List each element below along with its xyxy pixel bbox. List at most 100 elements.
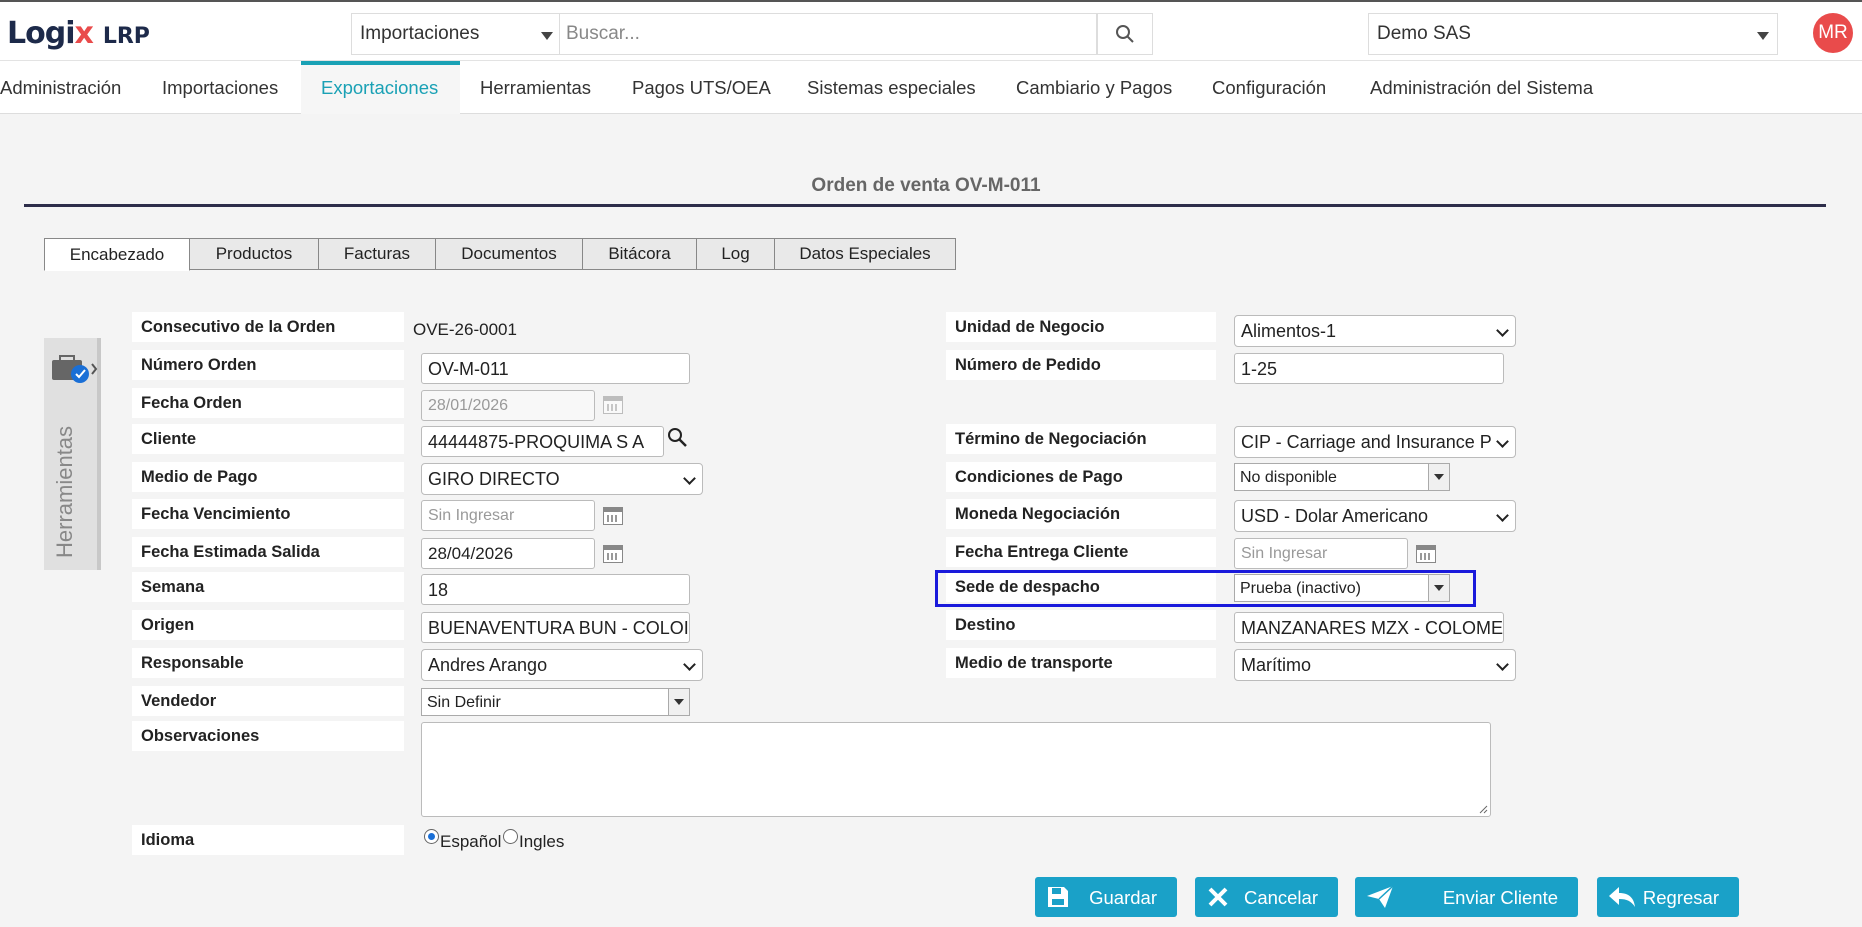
label-origen: Origen: [132, 610, 404, 640]
search-cliente-icon[interactable]: [667, 427, 689, 449]
fecha-vencimiento-input[interactable]: Sin Ingresar: [421, 500, 595, 531]
avatar[interactable]: MR: [1813, 13, 1853, 53]
save-button[interactable]: Guardar: [1035, 877, 1177, 917]
label-medio-pago: Medio de Pago: [132, 462, 404, 492]
moneda-select[interactable]: USD - Dolar Americano: [1234, 500, 1516, 532]
radio-espanol-label: Español: [440, 832, 502, 851]
radio-ingles[interactable]: [503, 829, 518, 844]
dropdown-button[interactable]: [1428, 464, 1449, 490]
label-fecha-orden: Fecha Orden: [132, 388, 404, 418]
tools-label: Herramientas: [52, 425, 77, 558]
nav-item-pagos[interactable]: Pagos UTS/OEA: [632, 77, 771, 99]
medio-transporte-select[interactable]: Marítimo: [1234, 649, 1516, 681]
tab-facturas[interactable]: Facturas: [319, 238, 436, 270]
origen-input[interactable]: BUENAVENTURA BUN - COLOI: [421, 612, 690, 643]
nav-item-exportaciones[interactable]: Exportaciones: [301, 61, 460, 114]
chevron-down-icon: [1496, 658, 1509, 671]
nav-item-importaciones[interactable]: Importaciones: [162, 77, 278, 99]
tab-productos[interactable]: Productos: [190, 238, 319, 270]
tab-datos-especiales[interactable]: Datos Especiales: [775, 238, 956, 270]
caret-down-icon: [1434, 474, 1444, 480]
paper-plane-icon: [1367, 885, 1394, 908]
nav-item-herramientas[interactable]: Herramientas: [480, 77, 591, 99]
medio-pago-select[interactable]: GIRO DIRECTO: [421, 463, 703, 495]
cancel-button[interactable]: Cancelar: [1195, 877, 1338, 917]
nav-item-administracion[interactable]: Administración: [0, 77, 121, 99]
label-vendedor: Vendedor: [132, 686, 404, 716]
search-input[interactable]: Buscar...: [559, 13, 1097, 55]
vendedor-combo[interactable]: Sin Definir: [421, 688, 690, 716]
semana-input[interactable]: 18: [421, 574, 690, 605]
nav-item-configuracion[interactable]: Configuración: [1212, 77, 1326, 99]
label-moneda: Moneda Negociación: [946, 499, 1216, 529]
observaciones-textarea[interactable]: [421, 722, 1491, 817]
condiciones-pago-combo[interactable]: No disponible: [1234, 463, 1450, 491]
label-numero-orden: Número Orden: [132, 350, 404, 380]
chevron-down-icon: [1496, 509, 1509, 522]
tab-bar: Encabezado Productos Facturas Documentos…: [44, 238, 956, 271]
label-numero-pedido: Número de Pedido: [946, 350, 1216, 380]
tab-log[interactable]: Log: [697, 238, 775, 270]
dropdown-button[interactable]: [668, 689, 689, 715]
label-condiciones-pago: Condiciones de Pago: [946, 462, 1216, 492]
search-icon: [1116, 25, 1134, 43]
highlight-box: [935, 570, 1476, 607]
fecha-entrega-input[interactable]: Sin Ingresar: [1234, 538, 1408, 569]
label-fecha-entrega: Fecha Entrega Cliente: [946, 537, 1216, 567]
cliente-input[interactable]: 44444875-PROQUIMA S A: [421, 426, 664, 457]
value-consecutivo: OVE-26-0001: [413, 320, 517, 339]
company-select[interactable]: Demo SAS: [1368, 13, 1778, 55]
termino-select[interactable]: CIP - Carriage and Insurance P: [1234, 426, 1516, 458]
radio-espanol[interactable]: [424, 829, 439, 844]
calendar-icon: [603, 396, 623, 414]
label-idioma: Idioma: [132, 825, 404, 855]
label-unidad-negocio: Unidad de Negocio: [946, 312, 1216, 342]
reply-arrow-icon: [1609, 887, 1635, 907]
tab-encabezado[interactable]: Encabezado: [44, 238, 190, 271]
label-responsable: Responsable: [132, 648, 404, 678]
radio-ingles-label: Ingles: [519, 832, 565, 851]
resize-handle-icon[interactable]: [1478, 804, 1488, 814]
nav-item-admin-sistema[interactable]: Administración del Sistema: [1370, 77, 1593, 99]
chevron-down-icon: [1496, 435, 1509, 448]
back-button[interactable]: Regresar: [1597, 877, 1739, 917]
numero-pedido-input[interactable]: 1-25: [1234, 353, 1504, 384]
save-icon: [1048, 887, 1068, 907]
tools-side-panel[interactable]: Herramientas: [44, 338, 101, 570]
unidad-negocio-select[interactable]: Alimentos-1: [1234, 315, 1516, 347]
tab-documentos[interactable]: Documentos: [436, 238, 583, 270]
calendar-icon[interactable]: [603, 545, 623, 563]
calendar-icon[interactable]: [1416, 545, 1436, 563]
nav-item-sistemas[interactable]: Sistemas especiales: [807, 77, 976, 99]
label-medio-transporte: Medio de transporte: [946, 648, 1216, 678]
label-termino: Término de Negociación: [946, 424, 1216, 454]
numero-orden-input[interactable]: OV-M-011: [421, 353, 690, 384]
logo: Logix LRP: [7, 16, 150, 51]
calendar-icon[interactable]: [603, 507, 623, 525]
label-fecha-estimada: Fecha Estimada Salida: [132, 537, 404, 567]
tab-bitacora[interactable]: Bitácora: [583, 238, 697, 270]
chevron-down-icon: [1496, 324, 1509, 337]
title-divider: [24, 204, 1826, 207]
destino-input[interactable]: MANZANARES MZX - COLOME: [1234, 612, 1504, 643]
nav-item-cambiario[interactable]: Cambiario y Pagos: [1016, 77, 1172, 99]
responsable-select[interactable]: Andres Arango: [421, 649, 703, 681]
caret-down-icon: [541, 32, 553, 40]
top-header: Logix LRP Importaciones Buscar... Demo SA…: [0, 0, 1862, 61]
module-select[interactable]: Importaciones: [351, 13, 559, 55]
fecha-estimada-input[interactable]: 28/04/2026: [421, 538, 595, 569]
send-client-button[interactable]: Enviar Cliente: [1355, 877, 1578, 917]
label-consecutivo: Consecutivo de la Orden: [132, 312, 404, 342]
caret-down-icon: [674, 699, 684, 705]
label-fecha-vencimiento: Fecha Vencimiento: [132, 499, 404, 529]
search-button[interactable]: [1097, 13, 1153, 55]
main-nav: Administración Importaciones Exportacion…: [0, 61, 1862, 114]
close-icon: [1208, 887, 1228, 907]
label-observaciones: Observaciones: [132, 721, 404, 751]
label-cliente: Cliente: [132, 424, 404, 454]
page-title: Orden de venta OV-M-011: [811, 175, 1041, 196]
fecha-orden-input: 28/01/2026: [421, 390, 595, 421]
label-semana: Semana: [132, 572, 404, 602]
caret-down-icon: [1757, 32, 1769, 40]
toolbox-icon: [52, 355, 98, 383]
